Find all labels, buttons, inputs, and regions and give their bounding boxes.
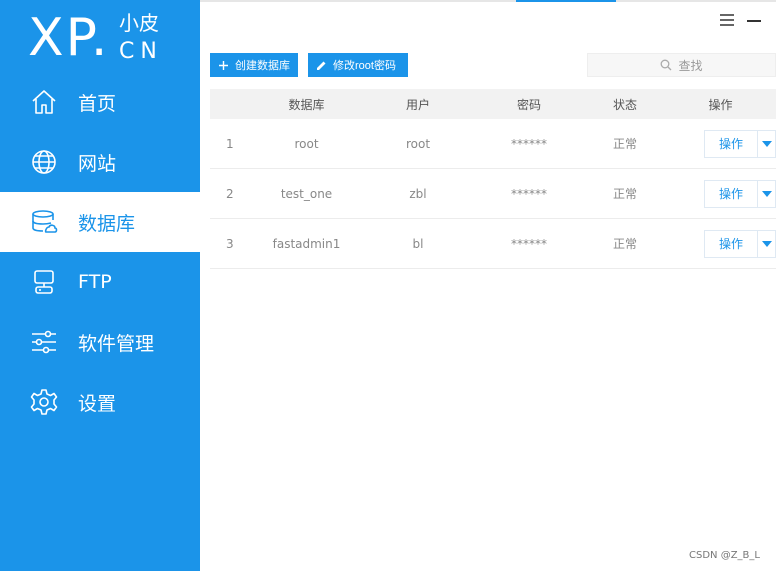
table-row: 2 test_one zbl ****** 正常 操作 [210, 169, 776, 219]
minimize-icon[interactable] [747, 20, 761, 22]
row-database: test_one [280, 186, 333, 201]
create-database-label: 创建数据库 [235, 60, 290, 72]
sidebar-nav: 首页 网站 数据库 FTP 软件管理 设置 [0, 72, 200, 432]
logo-cn-bottom: CN [119, 39, 163, 64]
database-icon [30, 208, 58, 236]
row-database: root [294, 136, 319, 151]
row-status: 正常 [612, 187, 637, 201]
search-icon [661, 59, 672, 71]
action-dropdown-toggle[interactable] [757, 130, 775, 157]
row-index: 1 [226, 136, 234, 151]
row-password: ****** [511, 236, 547, 251]
row-database: fastadmin1 [272, 236, 341, 251]
pencil-icon [317, 61, 326, 70]
top-bar [200, 0, 776, 38]
globe-icon [30, 148, 58, 176]
ftp-icon [30, 268, 58, 296]
action-dropdown-toggle[interactable] [757, 230, 775, 257]
action-button-group: 操作 [704, 179, 776, 208]
header-database: 数据库 [288, 97, 325, 112]
sidebar: XP. 小皮 CN 首页 网站 数据库 FTP 软件管理 设置 [0, 0, 200, 571]
table-header: 数据库 用户 密码 状态 操作 [210, 89, 776, 119]
search-placeholder: 查找 [678, 58, 703, 73]
row-status: 正常 [612, 137, 637, 151]
row-status: 正常 [612, 237, 637, 251]
main-content: 创建数据库 修改root密码 查找 数据库 用户 密码 状态 操作 1 root… [200, 38, 776, 571]
sliders-icon [30, 328, 58, 356]
caret-down-icon [761, 190, 772, 197]
row-password: ****** [511, 136, 547, 151]
action-button[interactable]: 操作 [705, 130, 757, 157]
home-icon [30, 88, 58, 116]
plus-icon [219, 60, 228, 70]
modify-root-password-button[interactable]: 修改root密码 [308, 53, 408, 77]
sidebar-item-label: 数据库 [78, 212, 136, 235]
row-user: bl [412, 236, 424, 251]
app-logo: XP. 小皮 CN [28, 8, 178, 68]
table-row: 3 fastadmin1 bl ****** 正常 操作 [210, 219, 776, 269]
sidebar-item-settings[interactable]: 设置 [0, 372, 200, 432]
sidebar-item-label: 设置 [78, 392, 117, 415]
sidebar-item-label: 网站 [78, 152, 117, 175]
sidebar-item-software[interactable]: 软件管理 [0, 312, 200, 372]
sidebar-item-label: 软件管理 [78, 332, 155, 355]
action-button-group: 操作 [704, 129, 776, 158]
sidebar-item-label: 首页 [78, 92, 117, 115]
gear-icon [30, 388, 58, 416]
row-password: ****** [511, 186, 547, 201]
sidebar-item-ftp[interactable]: FTP [0, 252, 200, 312]
action-button[interactable]: 操作 [705, 180, 757, 207]
watermark: CSDN @Z_B_L [689, 550, 760, 561]
action-dropdown-toggle[interactable] [757, 180, 775, 207]
header-password: 密码 [516, 97, 541, 112]
sidebar-item-home[interactable]: 首页 [0, 72, 200, 132]
sidebar-item-website[interactable]: 网站 [0, 132, 200, 192]
action-button[interactable]: 操作 [705, 230, 757, 257]
caret-down-icon [761, 140, 772, 147]
logo-xp: XP. [28, 8, 110, 68]
search-input[interactable]: 查找 [587, 53, 776, 77]
action-button-group: 操作 [704, 229, 776, 258]
table-row: 1 root root ****** 正常 操作 [210, 119, 776, 169]
sidebar-item-label: FTP [78, 271, 112, 293]
row-action-cell: 操作 [665, 129, 776, 158]
row-user: zbl [409, 186, 427, 201]
row-index: 2 [226, 186, 234, 201]
caret-down-icon [761, 240, 772, 247]
logo-cn-top: 小皮 [119, 11, 159, 35]
row-action-cell: 操作 [665, 229, 776, 258]
row-action-cell: 操作 [665, 179, 776, 208]
database-table: 数据库 用户 密码 状态 操作 1 root root ****** 正常 操作 [210, 89, 776, 269]
header-user: 用户 [405, 97, 430, 112]
modify-root-password-label: 修改root密码 [333, 60, 396, 72]
sidebar-item-database[interactable]: 数据库 [0, 192, 200, 252]
menu-icon[interactable] [718, 12, 736, 28]
row-user: root [405, 136, 431, 151]
header-action: 操作 [708, 97, 733, 112]
header-status: 状态 [612, 97, 637, 112]
top-bar-accent [516, 0, 616, 2]
create-database-button[interactable]: 创建数据库 [210, 53, 298, 77]
row-index: 3 [226, 236, 234, 251]
